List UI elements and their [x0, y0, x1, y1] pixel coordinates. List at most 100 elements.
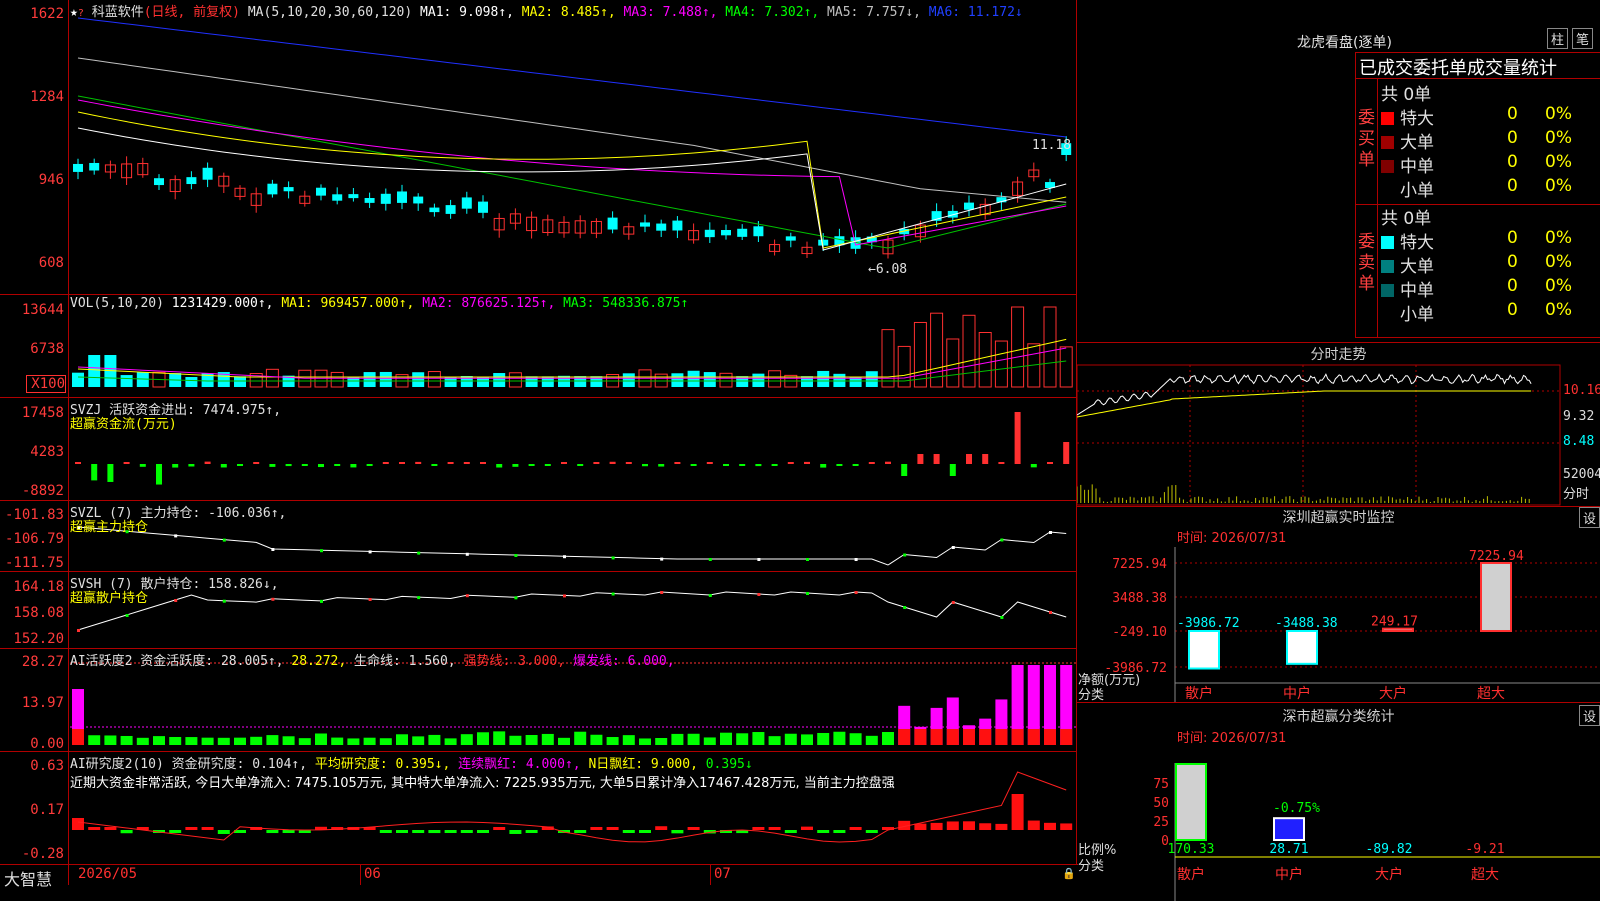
ai-research-panel[interactable]: 0.63 0.17 -0.28 AI研究度2(10) 资金研究度: 0.104↑… — [0, 751, 1077, 865]
flow-bar — [723, 464, 729, 466]
vol-bar — [427, 371, 441, 388]
pct-value: 0% — [1545, 128, 1572, 148]
activity-bar — [558, 737, 570, 745]
ai-activity-panel[interactable]: 28.27 13.97 0.00 AI活跃度2 资金活跃度: 28.005↑, … — [0, 648, 1077, 752]
bar-mode-button[interactable]: 柱 — [1547, 28, 1569, 49]
flow-bar — [269, 464, 276, 467]
vol-bar — [946, 338, 960, 388]
vol-unit[interactable]: X100 — [26, 375, 66, 393]
ma2-line — [77, 111, 1067, 249]
candle-down — [73, 163, 83, 172]
buy-row-l: 大单 — [1381, 128, 1434, 153]
pct-value: 0% — [1545, 152, 1572, 172]
holding-dot — [611, 592, 615, 596]
holding-dot — [271, 597, 275, 601]
flow-bar — [480, 462, 486, 464]
research-bar — [865, 830, 878, 833]
holding-dot — [417, 551, 421, 555]
research-bar — [185, 827, 198, 830]
research-bar — [169, 830, 182, 833]
price-panel[interactable]: 1622 1284 946 608 ★? 科蓝软件(日线, 前复权) MA(5,… — [0, 0, 1077, 295]
activity-bar — [849, 733, 862, 745]
holding-dot — [903, 553, 907, 557]
flow-bar — [91, 464, 98, 481]
ai2-tick: -0.28 — [21, 846, 64, 862]
research-bar — [849, 827, 862, 830]
vol-value: 1231429.000↑, — [171, 296, 274, 311]
activity-bar — [720, 732, 732, 745]
kline-chart[interactable] — [0, 0, 1077, 295]
holding-dot — [77, 629, 80, 632]
holding-dot — [514, 554, 518, 557]
count-value: 0 — [1507, 176, 1518, 196]
flow-bar — [253, 462, 260, 464]
holding-dot — [514, 596, 518, 600]
activity-bar — [412, 736, 425, 745]
activity-bar — [784, 733, 797, 745]
ma5-line — [77, 57, 1067, 203]
research-bar — [930, 822, 943, 830]
svzl-tick: -106.79 — [4, 531, 64, 547]
candle-down — [704, 229, 715, 238]
holding-dot — [854, 558, 858, 561]
tick-mode-button[interactable]: 笔 — [1572, 28, 1594, 49]
category-label: 中户 — [1275, 866, 1303, 883]
activity-bar — [541, 733, 554, 745]
svzj-panel[interactable]: 17458 4283 -8892 SVZJ 活跃资金进出: 7474.975↑,… — [0, 397, 1077, 501]
flow-bar — [528, 464, 535, 466]
ma-label: MA(5,10,20,30,60,120) — [247, 5, 413, 20]
flow-bar — [804, 461, 810, 464]
vol-bar — [1011, 306, 1025, 388]
fs-mode[interactable]: 分时 — [1563, 483, 1589, 502]
flow-bar — [949, 464, 956, 476]
activity-bar — [768, 736, 781, 745]
vol-ma1: MA1: 969457.000↑, — [281, 296, 415, 311]
stock-name[interactable]: 科蓝软件 — [92, 5, 144, 20]
svzl-panel[interactable]: -101.83 -106.79 -111.75 SVZL (7) 主力持仓: -… — [0, 500, 1077, 572]
candle-down — [154, 178, 164, 186]
activity-base — [1060, 729, 1073, 745]
vol-title: VOL(5,10,20) — [70, 296, 164, 311]
flow-bar — [431, 464, 438, 466]
ai1-strongline: 强势线: 3.000, — [463, 654, 566, 669]
vol-bar — [913, 321, 927, 388]
candle-down — [186, 177, 197, 185]
candle-down — [413, 196, 424, 204]
sell-row-s: 小单 — [1381, 300, 1434, 325]
activity-bar — [217, 737, 230, 745]
ma3-line — [77, 99, 1067, 246]
svzj-tick: 17458 — [21, 405, 64, 421]
ma1-value: MA1: 9.098↑, — [420, 5, 514, 20]
volume-panel[interactable]: 13644 6738 X100 VOL(5,10,20) 1231429.000… — [0, 294, 1077, 398]
intraday-panel[interactable]: 分时走势 10.16 9.32 8.48 52004 分时 — [1077, 342, 1600, 506]
flow-bar — [771, 464, 778, 466]
holding-dot — [174, 599, 178, 602]
svsh-tick: 152.20 — [13, 631, 64, 647]
date-axis[interactable]: 大智慧 2026/05 06 07 🔒 — [0, 864, 1078, 900]
kline-mode[interactable]: (日线, 前复权) — [144, 5, 240, 20]
research-bar — [687, 827, 700, 830]
avg-line — [1077, 390, 1532, 418]
lock-icon[interactable]: 🔒 — [1062, 867, 1076, 880]
flow-bar — [933, 454, 940, 464]
net-bar — [1480, 562, 1512, 632]
flow-bar — [917, 454, 924, 464]
star-icon[interactable]: ★ — [70, 5, 78, 20]
research-bar — [784, 830, 797, 833]
candle-down — [672, 220, 683, 231]
svzj-tick: 4283 — [30, 444, 64, 460]
ratio-value: 170.33 — [1168, 842, 1215, 857]
research-bar — [801, 826, 813, 830]
holding-dot — [320, 549, 323, 553]
count-value: 0 — [1507, 228, 1518, 248]
svsh-tick: 164.18 — [13, 579, 64, 595]
brand-label[interactable]: 大智慧 — [4, 866, 52, 890]
research-bar — [622, 830, 635, 833]
activity-base — [930, 729, 943, 745]
ai2-avg2: 0.395↓ — [705, 757, 753, 772]
vol-bar — [833, 373, 846, 387]
svsh-tick: 158.08 — [13, 605, 64, 621]
svsh-panel[interactable]: 164.18 158.08 152.20 SVSH (7) 散户持仓: 158.… — [0, 571, 1077, 649]
activity-base — [995, 729, 1008, 745]
flow-bar — [577, 464, 584, 466]
